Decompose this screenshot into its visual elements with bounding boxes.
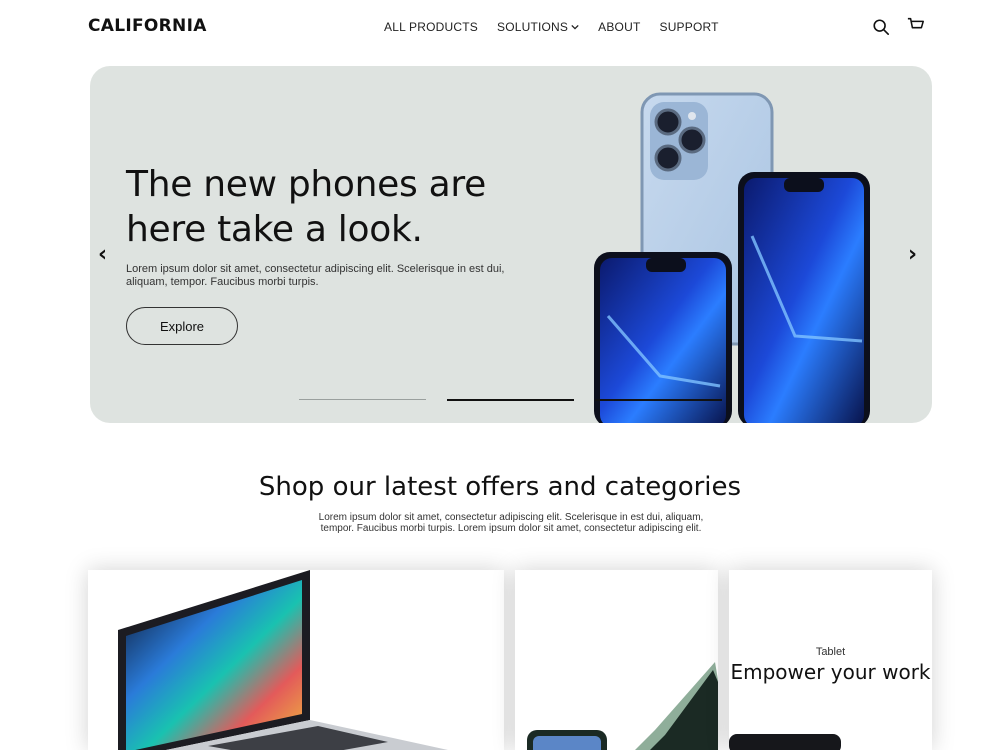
nav-label: ABOUT (598, 20, 641, 34)
card-title: Empower your work (730, 660, 931, 684)
phones-card-image (527, 662, 718, 750)
tablet-image (729, 734, 841, 750)
slide-indicator-2[interactable] (447, 399, 574, 401)
search-icon[interactable] (872, 18, 890, 36)
prev-slide-icon[interactable]: ‹ (98, 242, 107, 267)
nav-item-support[interactable]: SUPPORT (659, 20, 718, 34)
category-card-laptop[interactable] (88, 570, 504, 750)
slide-indicator-1[interactable] (299, 399, 426, 400)
next-slide-icon[interactable]: › (908, 242, 917, 267)
site-header: CALIFORNIA ALL PRODUCTS SOLUTIONS ABOUT … (0, 0, 1000, 56)
hero-banner: The new phones are here take a look. Lor… (90, 66, 932, 423)
section-title: Shop our latest offers and categories (258, 472, 742, 502)
cart-icon[interactable] (907, 16, 925, 34)
nav-label: SUPPORT (659, 20, 719, 34)
nav-label: ALL PRODUCTS (384, 20, 478, 34)
phones-image (594, 92, 870, 423)
nav-item-about[interactable]: ABOUT (598, 20, 640, 34)
section-description: Lorem ipsum dolor sit amet, consectetur … (318, 512, 704, 534)
slide-indicator-3[interactable] (595, 399, 722, 401)
main-nav: ALL PRODUCTS SOLUTIONS ABOUT SUPPORT (384, 20, 719, 34)
explore-button[interactable]: Explore (126, 307, 238, 345)
hero-description: Lorem ipsum dolor sit amet, consectetur … (126, 263, 505, 288)
category-card-tablet[interactable]: Tablet Empower your work (729, 570, 932, 750)
card-category-label: Tablet (815, 646, 846, 658)
laptop-image (118, 570, 448, 750)
brand-logo[interactable]: CALIFORNIA (88, 16, 207, 36)
nav-item-all-products[interactable]: ALL PRODUCTS (384, 20, 478, 34)
hero-title: The new phones are here take a look. (126, 164, 486, 250)
category-card-phones[interactable] (515, 570, 718, 750)
nav-item-solutions[interactable]: SOLUTIONS (497, 20, 579, 34)
chevron-down-icon (571, 24, 579, 30)
nav-label: SOLUTIONS (496, 20, 569, 34)
